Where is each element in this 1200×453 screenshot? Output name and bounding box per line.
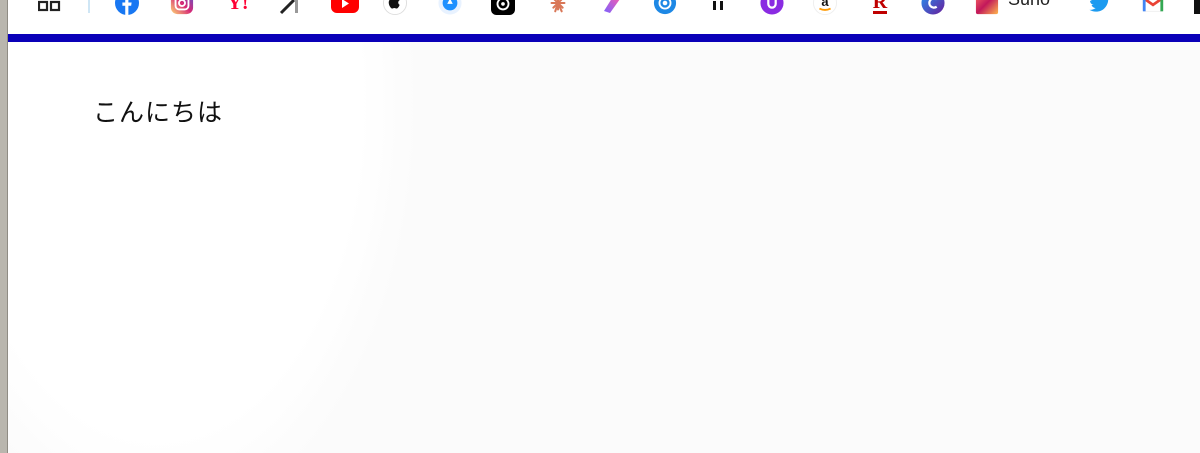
greeting-text: こんにちは <box>93 98 224 127</box>
amazon-icon[interactable]: a <box>813 0 837 15</box>
youtube-icon[interactable] <box>330 0 360 15</box>
yahoo-icon-text: Y! <box>227 0 249 14</box>
twitter-icon[interactable] <box>1088 0 1112 15</box>
apple-icon[interactable] <box>383 0 407 15</box>
app-store-icon[interactable] <box>438 0 462 15</box>
arrow-icon[interactable] <box>278 0 302 15</box>
rakuten-icon[interactable]: R <box>868 0 892 15</box>
window-left-edge <box>0 0 8 453</box>
purple-u-icon[interactable] <box>760 0 784 15</box>
bookmarks-divider <box>88 0 90 13</box>
yahoo-icon[interactable]: Y! <box>226 0 250 15</box>
chatgpt-icon[interactable] <box>491 0 515 15</box>
bookmarks-bar: Y! a R <box>8 0 1200 34</box>
instagram-icon[interactable] <box>170 0 194 15</box>
suno-bookmark-label[interactable]: Suno <box>1008 0 1050 10</box>
rakuten-icon-text: R <box>872 0 888 14</box>
header-accent-rule <box>8 34 1200 42</box>
gradient-bookmark-icon[interactable] <box>600 0 624 15</box>
page-content: こんにちは <box>8 42 1200 453</box>
facebook-icon[interactable] <box>115 0 139 15</box>
bookmarks-overflow-edge <box>1194 0 1200 14</box>
suno-icon[interactable] <box>975 0 999 15</box>
claude-icon[interactable] <box>546 0 570 15</box>
gmail-icon[interactable] <box>1141 0 1165 15</box>
at-sign-icon[interactable] <box>653 0 677 15</box>
apps-grid-icon[interactable] <box>38 0 62 15</box>
pause-icon[interactable] <box>706 0 730 15</box>
svg-text:a: a <box>821 0 829 9</box>
browser-window: Y! a R こんにちは <box>0 0 1200 453</box>
copilot-icon[interactable] <box>921 0 945 15</box>
